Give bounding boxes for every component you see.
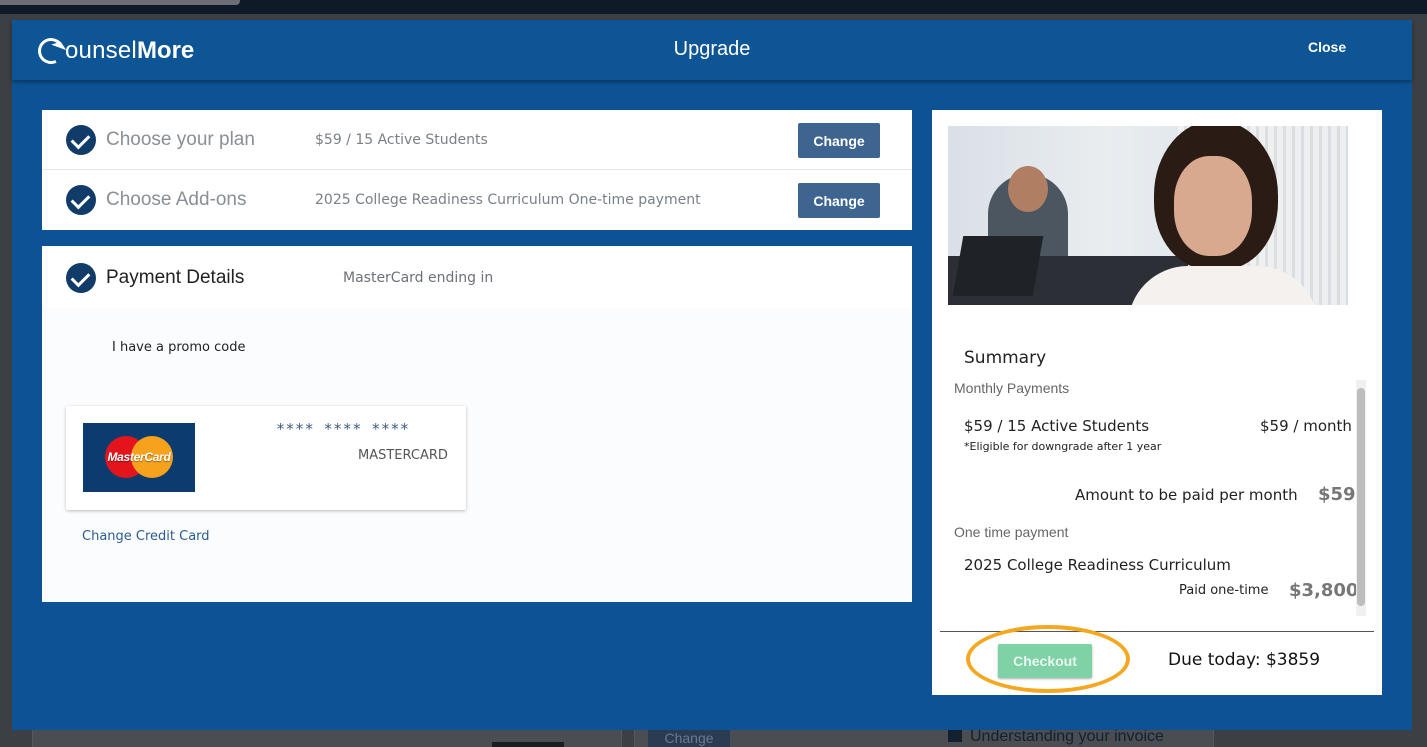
- payment-details-header: Payment Details MasterCard ending in: [42, 246, 912, 308]
- payment-details-panel: Payment Details MasterCard ending in I h…: [42, 246, 912, 602]
- monthly-total-value: $59: [1318, 484, 1356, 505]
- step-label: Choose your plan: [106, 129, 255, 150]
- plan-footnote: *Eligible for downgrade after 1 year: [964, 440, 1162, 453]
- background-invoice-link: Understanding your invoice: [948, 727, 1164, 747]
- summary-title: Summary: [964, 348, 1047, 368]
- step-value: 2025 College Readiness Curriculum One-ti…: [315, 192, 701, 208]
- one-time-total-value: $3,800: [1289, 580, 1359, 601]
- summary-panel: Summary Monthly Payments $59 / 15 Active…: [932, 110, 1382, 695]
- credit-card[interactable]: MasterCard **** **** **** MASTERCARD: [66, 406, 466, 510]
- upgrade-modal: ounsel More Upgrade Close Choose your pla…: [12, 20, 1412, 730]
- paid-one-time-label: Paid one-time: [1179, 583, 1269, 598]
- one-time-payment-label: One time payment: [954, 524, 1069, 540]
- modal-header: ounsel More Upgrade Close: [12, 20, 1412, 80]
- monthly-total-label: Amount to be paid per month: [1075, 486, 1298, 504]
- scrollbar-thumb[interactable]: [1357, 388, 1365, 606]
- monthly-payments-label: Monthly Payments: [954, 380, 1070, 396]
- promo-code-toggle[interactable]: I have a promo code: [112, 340, 245, 355]
- summary-photo: [948, 126, 1348, 305]
- plan-steps-panel: Choose your plan $59 / 15 Active Student…: [42, 110, 912, 230]
- summary-scrollbar[interactable]: [1356, 380, 1366, 616]
- modal-title: Upgrade: [673, 38, 751, 60]
- book-icon: [948, 730, 962, 742]
- background-tab: [0, 0, 240, 5]
- checkout-button[interactable]: Checkout: [998, 644, 1092, 678]
- card-number: **** **** ****: [276, 420, 410, 438]
- one-time-line-item: 2025 College Readiness Curriculum: [964, 556, 1231, 574]
- summary-divider: [940, 631, 1374, 632]
- payment-details-label: Payment Details: [106, 267, 245, 288]
- due-today-total: Due today: $3859: [1168, 650, 1321, 670]
- step-label: Choose Add-ons: [106, 189, 247, 210]
- photo-woman-face: [1174, 156, 1252, 256]
- step-choose-plan: Choose your plan $59 / 15 Active Student…: [42, 110, 912, 170]
- background-invoice-text: Understanding your invoice: [970, 728, 1164, 745]
- step-value: $59 / 15 Active Students: [315, 132, 488, 148]
- plan-line-item: $59 / 15 Active Students: [964, 417, 1150, 435]
- close-button[interactable]: Close: [1308, 39, 1346, 55]
- background-dark-tab: [492, 742, 564, 747]
- check-circle-icon: [66, 263, 96, 293]
- change-credit-card-link[interactable]: Change Credit Card: [82, 529, 210, 544]
- change-addons-button[interactable]: Change: [798, 183, 880, 218]
- mastercard-logo: MasterCard: [83, 423, 195, 492]
- photo-laptop: [952, 236, 1044, 296]
- payment-card-summary: MasterCard ending in: [343, 270, 494, 286]
- plan-line-price: $59 / month: [1260, 417, 1352, 435]
- check-circle-icon: [66, 185, 96, 215]
- step-choose-addons: Choose Add-ons 2025 College Readiness Cu…: [42, 170, 912, 230]
- change-plan-button[interactable]: Change: [798, 123, 880, 158]
- background-change-button: Change: [648, 727, 730, 747]
- background-topbar: [0, 0, 1427, 14]
- check-circle-icon: [66, 125, 96, 155]
- card-brand: MASTERCARD: [358, 448, 448, 463]
- mastercard-logo-text: MasterCard: [107, 450, 171, 464]
- photo-man-head: [1008, 166, 1048, 212]
